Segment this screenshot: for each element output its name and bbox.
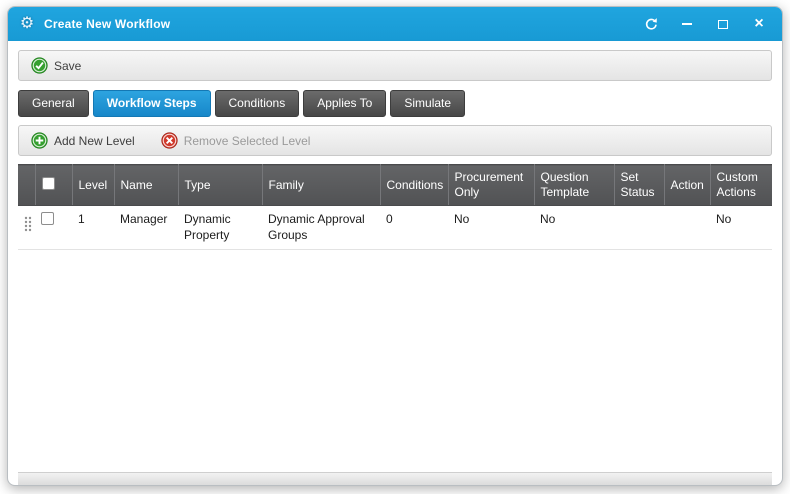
tab-conditions[interactable]: Conditions [215,90,300,117]
window-body: Save General Workflow Steps Conditions A… [8,41,782,485]
window-footer [18,472,772,485]
add-new-level-label: Add New Level [54,134,135,148]
cell-custom-actions: No [710,206,772,250]
column-header-family: Family [262,165,380,206]
cell-procurement-only: No [448,206,534,250]
select-all-checkbox[interactable] [42,177,55,190]
drag-handle-icon[interactable] [24,212,32,237]
tab-applies-to[interactable]: Applies To [303,90,386,117]
create-workflow-window: ⚙ Create New Workflow × [7,6,783,486]
save-check-icon [31,57,48,74]
cell-type: Dynamic Property [178,206,262,250]
table-row: 1 Manager Dynamic Property Dynamic Appro… [18,206,772,250]
row-select-cell [35,206,72,250]
column-header-conditions: Conditions [380,165,448,206]
remove-selected-level-button[interactable]: Remove Selected Level [157,130,315,151]
minimize-button[interactable] [674,13,700,35]
column-header-set-status: Set Status [614,165,664,206]
window-controls: × [638,13,772,35]
tab-bar: General Workflow Steps Conditions Applie… [18,90,772,117]
cell-level: 1 [72,206,114,250]
remove-x-icon [161,132,178,149]
app-gear-icon: ⚙ [18,15,36,33]
cell-question-template: No [534,206,614,250]
row-drag-cell [18,206,35,250]
level-toolbar: Add New Level Remove Selected Level [18,125,772,156]
refresh-icon [644,17,659,32]
add-plus-icon [31,132,48,149]
drag-column-header [18,165,35,206]
cell-name: Manager [114,206,178,250]
refresh-button[interactable] [638,13,664,35]
column-header-type: Type [178,165,262,206]
close-button[interactable]: × [746,13,772,35]
add-new-level-button[interactable]: Add New Level [27,130,139,151]
save-label: Save [54,59,81,73]
workflow-steps-grid: Level Name Type Family Conditions Procur… [18,164,772,250]
maximize-icon [718,20,728,29]
tab-general[interactable]: General [18,90,89,117]
save-toolbar: Save [18,50,772,81]
row-checkbox[interactable] [41,212,54,225]
column-header-procurement-only: Procurement Only [448,165,534,206]
column-header-level: Level [72,165,114,206]
titlebar[interactable]: ⚙ Create New Workflow × [8,7,782,41]
tab-workflow-steps[interactable]: Workflow Steps [93,90,211,117]
cell-set-status [614,206,664,250]
cell-conditions: 0 [380,206,448,250]
cell-family: Dynamic Approval Groups [262,206,380,250]
tab-simulate[interactable]: Simulate [390,90,465,117]
window-title: Create New Workflow [44,17,170,31]
save-button[interactable]: Save [27,55,85,76]
minimize-icon [682,23,692,25]
close-icon: × [754,16,763,32]
column-header-question-template: Question Template [534,165,614,206]
cell-action [664,206,710,250]
remove-selected-level-label: Remove Selected Level [184,134,311,148]
grid-header-row: Level Name Type Family Conditions Procur… [18,165,772,206]
column-header-action: Action [664,165,710,206]
column-header-name: Name [114,165,178,206]
maximize-button[interactable] [710,13,736,35]
column-header-custom-actions: Custom Actions [710,165,772,206]
select-all-column-header [35,165,72,206]
